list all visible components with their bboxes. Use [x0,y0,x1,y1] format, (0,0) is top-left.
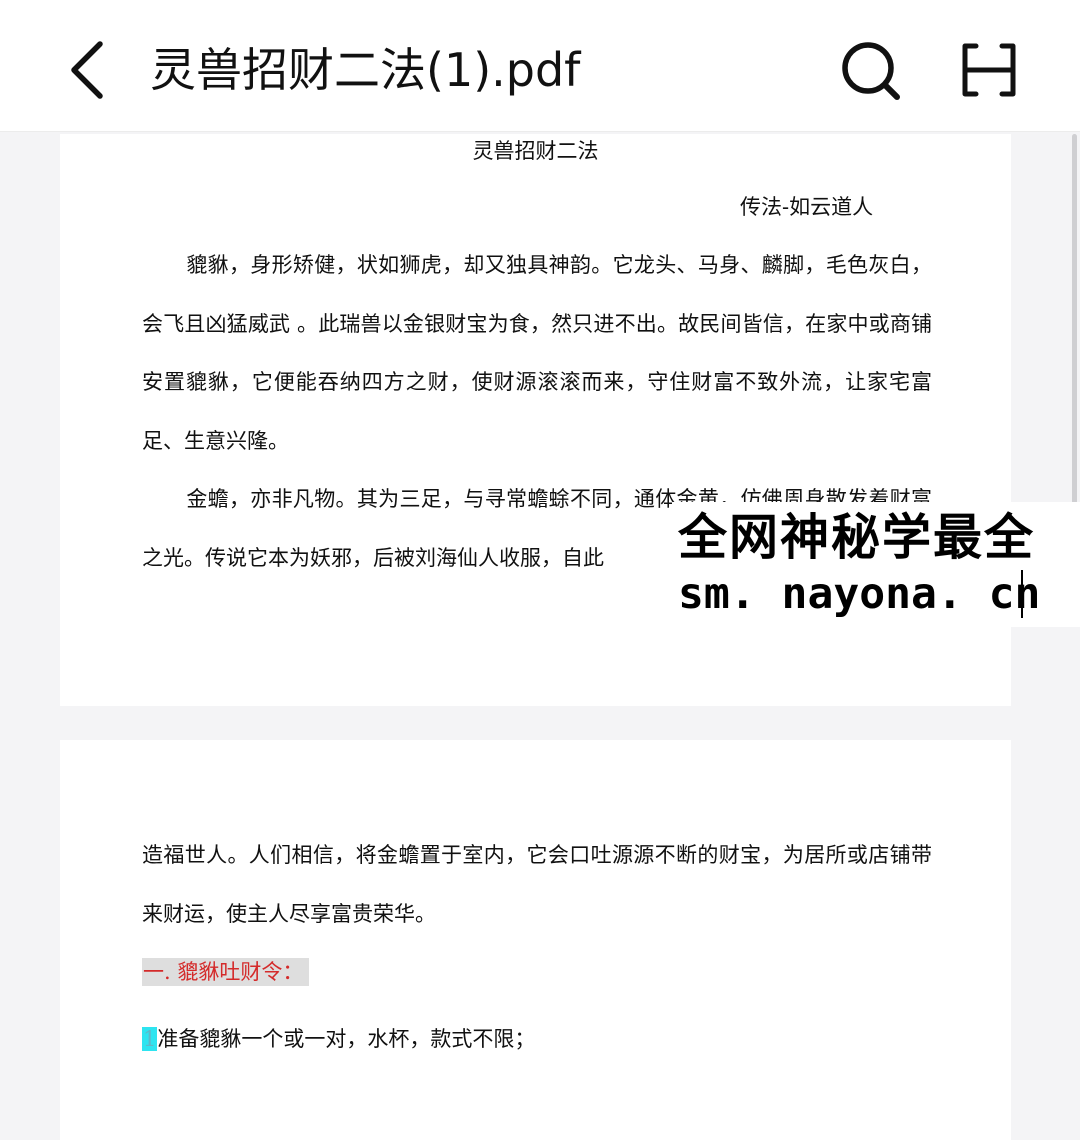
vertical-scrollbar[interactable] [1072,134,1077,504]
paragraph-pixiu: 貔貅，身形矫健，状如狮虎，却又独具神韵。它龙头、马身、麟脚，毛色灰白，会飞且凶猛… [142,236,932,470]
paragraph-continuation: 造福世人。人们相信，将金蟾置于室内，它会口吐源源不断的财宝，为居所或店铺带来财运… [142,843,932,926]
text-caret [1021,570,1023,618]
watermark-url: sm. nayona. cn [678,569,1041,619]
step-text: 准备貔貅一个或一对，水杯，款式不限； [157,1027,536,1051]
step-number: 1 [142,1027,158,1051]
hamburger-menu-icon [962,43,1016,97]
watermark-slogan: 全网神秘学最全 [678,509,1036,566]
document-author: 传法-如云道人 [740,195,874,219]
chevron-left-icon [71,41,103,99]
search-icon [842,42,900,100]
search-button[interactable] [838,38,902,102]
pdf-page-2: 造福世人。人们相信，将金蟾置于室内，它会口吐源源不断的财宝，为居所或店铺带来财运… [60,740,1011,1140]
document-title: 灵兽招财二法 [472,139,599,163]
top-app-bar: 灵兽招财二法(1).pdf [0,0,1080,132]
menu-button[interactable] [956,40,1022,100]
step-item: 1准备貔貅一个或一对，水杯，款式不限； [142,1024,535,1054]
back-button[interactable] [60,36,120,104]
file-title: 灵兽招财二法(1).pdf [150,43,581,97]
paragraph-text: 貔貅，身形矫健，状如狮虎，却又独具神韵。它龙头、马身、麟脚，毛色灰白，会飞且凶猛… [142,253,932,453]
watermark-overlay: 全网神秘学最全 sm. nayona. cn [672,502,1080,627]
section-heading: 一. 貔貅吐财令： [142,958,310,986]
